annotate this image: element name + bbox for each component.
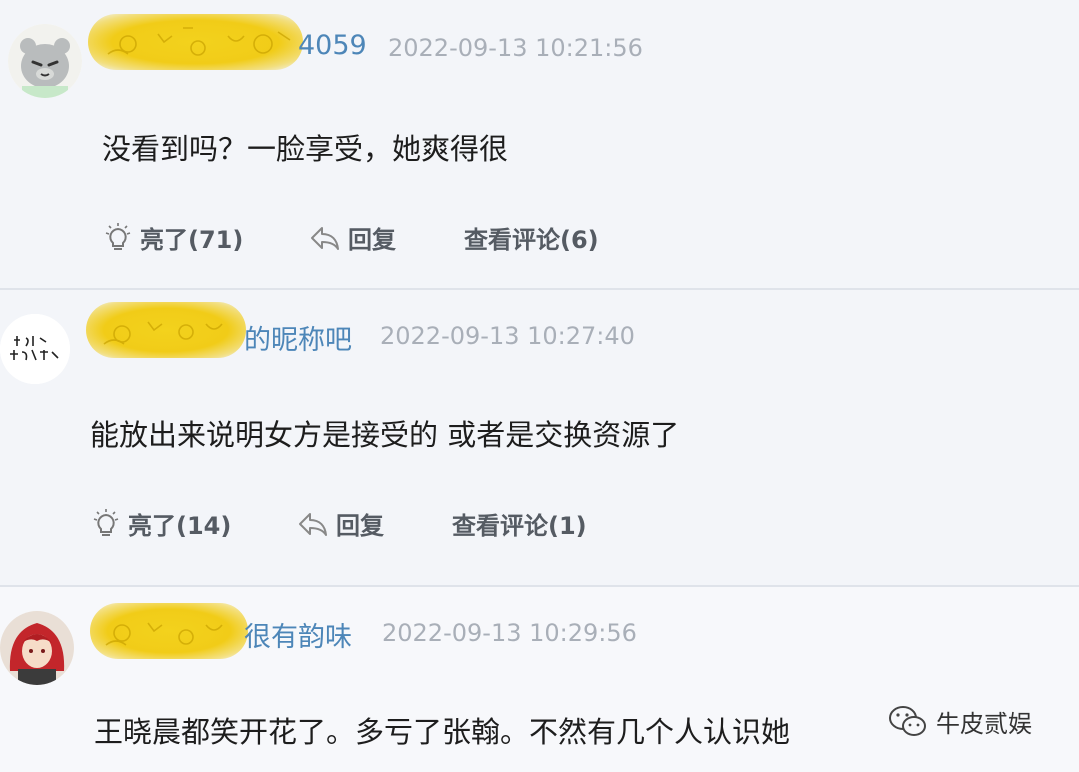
- timestamp: 2022-09-13 10:21:56: [388, 34, 643, 62]
- lightbulb-icon: [93, 508, 119, 536]
- comment-item: 的昵称吧 2022-09-13 10:27:40 能放出来说明女方是接受的 或者…: [0, 290, 1079, 587]
- reply-label: 回复: [336, 512, 384, 540]
- reply-button[interactable]: 回复: [310, 220, 396, 255]
- like-label: 亮了(71): [140, 226, 244, 254]
- comment-actions: 亮了(71) 回复 查看评论(6): [104, 220, 804, 260]
- comment-actions: 亮了(14) 回复 查看评论(1): [92, 506, 792, 546]
- reply-arrow-icon: [311, 226, 339, 250]
- view-comments-label: 查看评论(6): [464, 226, 599, 254]
- avatar[interactable]: [0, 314, 70, 384]
- view-comments-button[interactable]: 查看评论(6): [464, 220, 599, 255]
- timestamp: 2022-09-13 10:29:56: [382, 619, 637, 647]
- comment-text: 没看到吗？一脸享受，她爽得很: [102, 132, 509, 166]
- view-comments-label: 查看评论(1): [452, 512, 587, 540]
- red-hair-character-avatar-icon: [0, 611, 74, 685]
- lightbulb-icon: [105, 222, 131, 250]
- timestamp: 2022-09-13 10:27:40: [380, 322, 635, 350]
- doodle-redaction-icon: [107, 27, 291, 56]
- wechat-icon: [889, 705, 926, 736]
- username-redaction: [88, 14, 303, 70]
- avatar[interactable]: [8, 24, 82, 98]
- username-redaction: [90, 603, 248, 659]
- username[interactable]: 很有韵味: [244, 615, 352, 654]
- like-label: 亮了(14): [128, 512, 232, 540]
- view-comments-button[interactable]: 查看评论(1): [452, 506, 587, 541]
- doodle-redaction-icon: [105, 622, 223, 646]
- comment-text: 王晓晨都笑开花了。多亏了张翰。不然有几个人认识她: [94, 715, 791, 749]
- calligraphy-avatar-icon: [0, 314, 70, 384]
- comment-item: 很有韵味 2022-09-13 10:29:56 王晓晨都笑开花了。多亏了张翰。…: [0, 587, 1079, 772]
- username[interactable]: 的昵称吧: [244, 318, 352, 357]
- like-button[interactable]: 亮了(71): [104, 220, 243, 255]
- comment-item: 4059 2022-09-13 10:21:56 没看到吗？一脸享受，她爽得很 …: [0, 0, 1079, 290]
- comment-text: 能放出来说明女方是接受的 或者是交换资源了: [90, 418, 680, 452]
- doodle-redaction-icon: [103, 321, 223, 345]
- username[interactable]: 4059: [298, 30, 367, 61]
- reply-arrow-icon: [299, 512, 327, 536]
- gray-cat-avatar-icon: [8, 24, 82, 98]
- reply-label: 回复: [348, 226, 396, 254]
- watermark: 牛皮贰娱: [888, 704, 1032, 739]
- avatar[interactable]: [0, 611, 74, 685]
- watermark-text: 牛皮贰娱: [936, 710, 1032, 738]
- username-redaction: [86, 302, 246, 358]
- like-button[interactable]: 亮了(14): [92, 506, 231, 541]
- reply-button[interactable]: 回复: [298, 506, 384, 541]
